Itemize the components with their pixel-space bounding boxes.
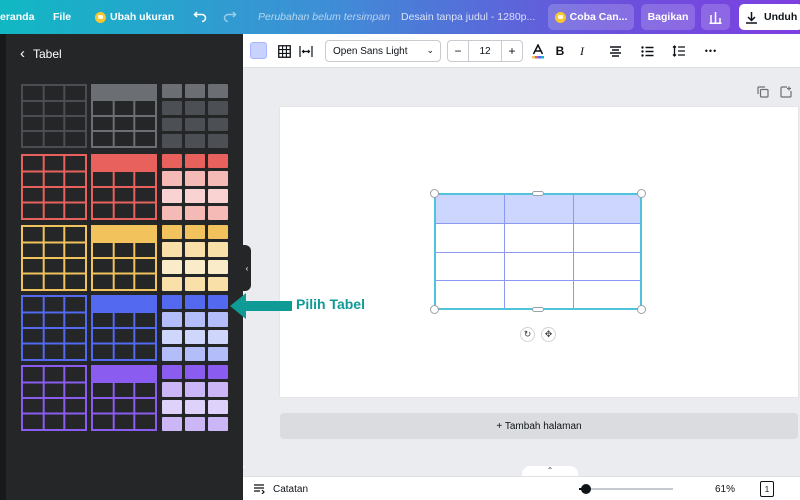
increase-font-size-button[interactable]: +	[502, 41, 522, 61]
crown-icon	[95, 11, 106, 23]
grid-icon	[277, 44, 291, 58]
table-thumbnail	[23, 156, 85, 218]
resize-handle[interactable]	[430, 305, 439, 314]
table-grid-button[interactable]	[273, 34, 295, 68]
align-center-icon	[609, 45, 621, 57]
crown-icon	[554, 11, 566, 23]
table-thumbnail	[23, 297, 85, 359]
line-spacing-button[interactable]	[668, 34, 690, 68]
resize-handle[interactable]	[637, 305, 646, 314]
redo-button[interactable]	[223, 0, 237, 34]
table-style-red-filled[interactable]	[162, 154, 228, 220]
table-style-red-outline[interactable]	[21, 154, 87, 220]
resize-handle[interactable]	[532, 191, 544, 196]
table-style-gray-filled[interactable]	[162, 84, 228, 148]
format-toolbar: Open Sans Light ⌄ − 12 + B I •••	[243, 34, 800, 68]
table-style-yellow-header[interactable]	[91, 225, 157, 291]
table-thumbnail	[93, 156, 155, 218]
panel-title: Tabel	[33, 46, 62, 61]
rotate-button[interactable]: ↻	[520, 327, 535, 342]
insights-button[interactable]	[701, 4, 730, 30]
chevron-up-icon: ⌃	[546, 466, 554, 475]
page-count-badge[interactable]: 1	[760, 481, 774, 497]
bold-button[interactable]: B	[550, 34, 570, 68]
download-button[interactable]: Unduh	[739, 4, 800, 30]
table-thumbnail	[93, 367, 155, 429]
copy-icon	[757, 86, 769, 98]
download-icon	[746, 11, 757, 24]
table-color-swatch[interactable]	[250, 42, 267, 59]
table-thumbnail	[23, 227, 85, 289]
font-family-select[interactable]: Open Sans Light ⌄	[325, 40, 441, 62]
share-button[interactable]: Bagikan	[641, 4, 695, 30]
undo-button[interactable]	[193, 0, 207, 34]
chevron-left-icon: ‹	[245, 263, 249, 273]
list-button[interactable]	[636, 34, 658, 68]
duplicate-page-button[interactable]	[757, 86, 769, 101]
table-thumbnail	[93, 86, 155, 146]
table-thumbnail	[23, 86, 85, 146]
font-size-input[interactable]: 12	[468, 41, 502, 61]
table-thumbnail	[23, 367, 85, 429]
table-thumbnail	[93, 297, 155, 359]
panel-back-button[interactable]: ‹ Tabel	[20, 46, 62, 61]
resize-handle[interactable]	[637, 189, 646, 198]
table-style-blue-outline[interactable]	[21, 295, 87, 361]
rotate-icon: ↻	[523, 329, 532, 339]
table-style-gray-header[interactable]	[91, 84, 157, 148]
file-menu[interactable]: File	[53, 0, 71, 34]
bottom-bar: Catatan 61% 1	[243, 476, 800, 500]
selection-frame	[434, 193, 642, 310]
zoom-slider[interactable]	[579, 484, 673, 494]
home-link[interactable]: eranda	[0, 0, 34, 34]
panel-edge-marker: ‹	[243, 462, 246, 471]
more-options-button[interactable]: •••	[700, 34, 722, 68]
table-style-purple-filled[interactable]	[162, 365, 228, 431]
text-color-button[interactable]	[528, 34, 548, 68]
collapse-panel-button[interactable]: ‹	[243, 245, 251, 291]
table-style-gray-outline[interactable]	[21, 84, 87, 148]
resize-button[interactable]: Ubah ukuran	[95, 0, 174, 34]
spacing-icon	[299, 45, 313, 57]
table-style-red-header[interactable]	[91, 154, 157, 220]
italic-button[interactable]: I	[572, 34, 592, 68]
resize-handle[interactable]	[532, 307, 544, 312]
align-center-button[interactable]	[604, 34, 626, 68]
decrease-font-size-button[interactable]: −	[448, 41, 468, 61]
bullet-list-icon	[640, 45, 653, 57]
add-page-button[interactable]: + Tambah halaman	[280, 413, 798, 439]
table-style-blue-header[interactable]	[91, 295, 157, 361]
try-canva-pro-button[interactable]: Coba Can...	[548, 4, 634, 30]
add-page-icon-button[interactable]	[780, 86, 792, 101]
undo-icon	[193, 11, 207, 23]
bar-chart-icon	[709, 11, 722, 24]
table-thumbnail	[93, 227, 155, 289]
table-style-blue-filled[interactable]	[162, 295, 228, 361]
move-button[interactable]: ✥	[541, 327, 556, 342]
top-bar: eranda File Ubah ukuran Perubahan belum …	[0, 0, 800, 34]
document-title[interactable]: Desain tanpa judul - 1280p...	[401, 0, 535, 34]
chevron-left-icon: ‹	[20, 45, 25, 62]
zoom-slider-knob[interactable]	[581, 484, 591, 494]
notes-button[interactable]: Catatan	[253, 477, 308, 500]
table-style-purple-header[interactable]	[91, 365, 157, 431]
table-style-yellow-filled[interactable]	[162, 225, 228, 291]
redo-icon	[223, 11, 237, 23]
zoom-level[interactable]: 61%	[715, 477, 735, 500]
chevron-down-icon: ⌄	[426, 45, 434, 55]
notes-icon	[254, 484, 265, 494]
text-color-icon	[532, 43, 544, 58]
line-spacing-icon	[672, 45, 685, 57]
cell-spacing-button[interactable]	[295, 34, 317, 68]
resize-handle[interactable]	[430, 189, 439, 198]
font-size-stepper: − 12 +	[447, 40, 523, 62]
unsaved-status: Perubahan belum tersimpan	[258, 11, 390, 23]
arrow-left-icon	[230, 293, 292, 319]
annotation-label: Pilih Tabel	[296, 296, 365, 312]
table-style-purple-outline[interactable]	[21, 365, 87, 431]
table-style-yellow-outline[interactable]	[21, 225, 87, 291]
add-page-icon	[780, 86, 792, 98]
move-icon: ✥	[544, 329, 553, 339]
